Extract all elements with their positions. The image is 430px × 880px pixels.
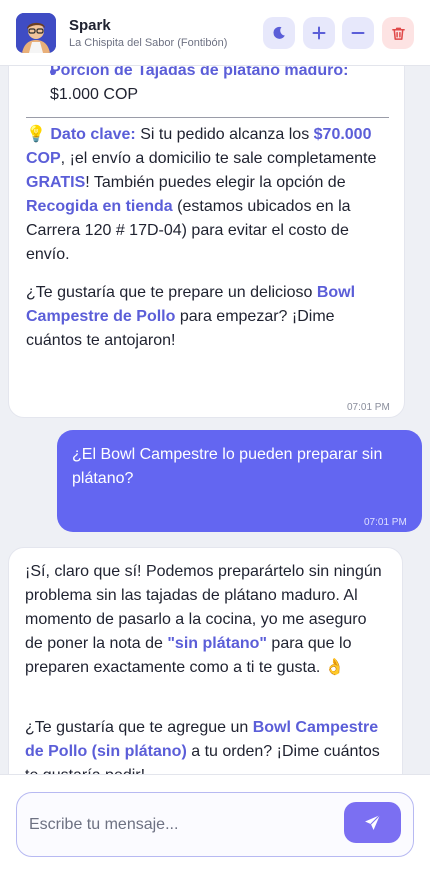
moon-icon	[273, 26, 285, 39]
bullet-price: $1.000 COP	[50, 86, 139, 103]
lightbulb-icon: 💡	[26, 126, 46, 143]
zoom-out-button[interactable]	[342, 17, 374, 49]
user-message-text: ¿El Bowl Campestre lo pueden preparar si…	[72, 446, 383, 487]
send-icon	[365, 814, 381, 830]
bullet-label: Porción de Tajadas de plátano maduro:	[50, 66, 349, 79]
message-input[interactable]	[29, 811, 329, 839]
bullet-item: Porción de Tajadas de plátano maduro:	[50, 66, 390, 83]
question-paragraph: ¿Te gustaría que te prepare un delicioso…	[26, 284, 356, 349]
user-message: ¿El Bowl Campestre lo pueden preparar si…	[57, 430, 422, 532]
message-input-container	[16, 792, 414, 857]
minus-icon	[351, 32, 365, 34]
message-time: 07:01 PM	[347, 402, 390, 413]
question-paragraph: ¿Te gustaría que te agregue un Bowl Camp…	[25, 719, 380, 774]
message-list[interactable]: Porción de Tajadas de plátano maduro: $1…	[0, 66, 430, 774]
composer	[0, 774, 430, 880]
plus-icon	[312, 26, 326, 40]
trash-icon	[391, 27, 405, 40]
reply-paragraph: ¡Sí, claro que sí! Podemos preparártelo …	[25, 563, 382, 676]
theme-toggle-button[interactable]	[263, 17, 295, 49]
bot-message: ¡Sí, claro que sí! Podemos preparártelo …	[8, 547, 403, 774]
zoom-in-button[interactable]	[303, 17, 335, 49]
avatar	[16, 13, 56, 53]
send-button[interactable]	[344, 802, 401, 843]
chat-subtitle: La Chispita del Sabor (Fontibón)	[69, 37, 228, 49]
chat-title: Spark	[69, 17, 111, 34]
clear-chat-button[interactable]	[382, 17, 414, 49]
divider	[26, 117, 389, 118]
tip-paragraph: 💡 Dato clave: Si tu pedido alcanza los $…	[26, 126, 377, 263]
message-time: 07:01 PM	[364, 517, 407, 528]
chat-header: Spark La Chispita del Sabor (Fontibón)	[0, 0, 430, 66]
bot-message: Porción de Tajadas de plátano maduro: $1…	[8, 66, 405, 418]
